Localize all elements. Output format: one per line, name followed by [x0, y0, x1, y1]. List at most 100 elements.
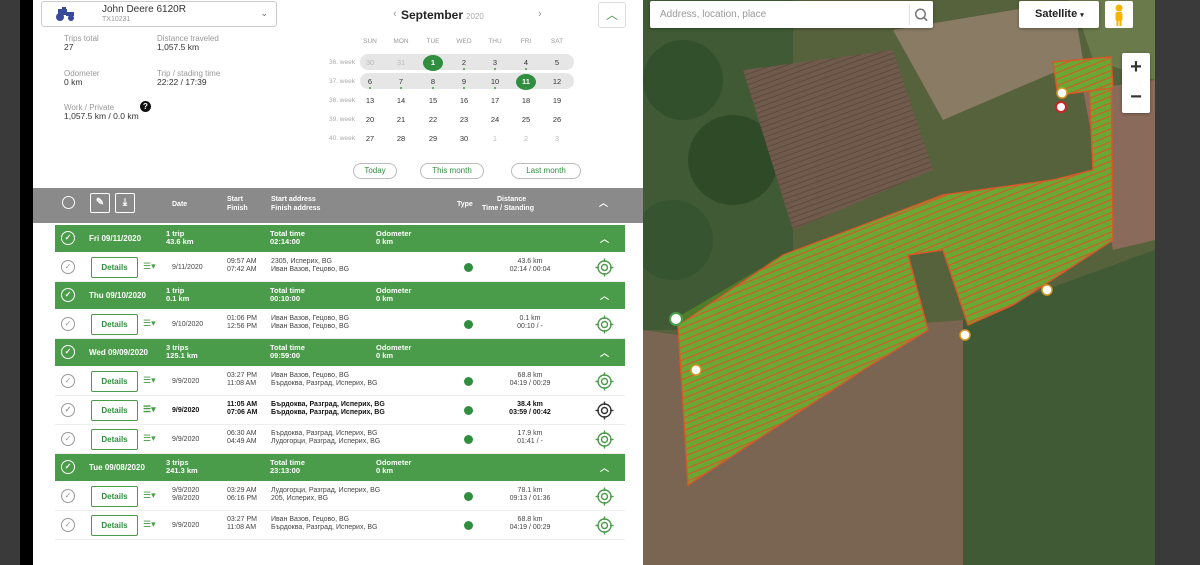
trip-row[interactable]: ✓ Details ☰▾ 9/9/2020 9/8/2020 03:29 AM 06…	[55, 482, 625, 511]
calendar-day[interactable]: 30	[360, 55, 380, 71]
map-type-select[interactable]: Satellite ▾	[1019, 1, 1099, 28]
day-group-header[interactable]: ✓ Thu 09/10/2020 1 trip 0.1 km Total time…	[55, 282, 625, 309]
col-finish-address[interactable]: Finish address	[271, 205, 320, 213]
calendar-day[interactable]: 12	[547, 74, 567, 90]
calendar-day[interactable]: 30	[454, 131, 474, 147]
details-button[interactable]: Details	[91, 371, 138, 392]
chevron-up-icon[interactable]: ︿	[599, 199, 608, 208]
locate-on-map-icon[interactable]	[595, 315, 614, 334]
row-checkbox[interactable]: ✓	[61, 518, 75, 532]
locate-on-map-icon[interactable]	[595, 372, 614, 391]
calendar-day[interactable]: 3	[547, 131, 567, 147]
check-icon[interactable]: ✓	[61, 288, 75, 302]
col-start-address[interactable]: Start address	[271, 196, 316, 204]
chevron-up-icon[interactable]: ︿	[600, 232, 609, 245]
menu-icon[interactable]: ☰▾	[143, 375, 156, 386]
menu-icon[interactable]: ☰▾	[143, 404, 156, 415]
trip-row[interactable]: ✓ Details ☰▾ 9/9/2020 03:27 PM 11:08 AM И…	[55, 367, 625, 396]
details-button[interactable]: Details	[91, 257, 138, 278]
calendar-day[interactable]: 31	[391, 55, 411, 71]
calendar-day[interactable]: 17	[485, 93, 505, 109]
satellite-map[interactable]: Satellite ▾ + −	[643, 0, 1155, 565]
search-icon[interactable]	[909, 5, 929, 25]
locate-on-map-icon[interactable]	[595, 401, 614, 420]
calendar-day[interactable]: 3	[485, 55, 505, 71]
last-month-button[interactable]: Last month	[511, 163, 581, 179]
next-month-button[interactable]: ›	[538, 8, 542, 20]
chevron-up-icon[interactable]: ︿	[600, 289, 609, 302]
col-start[interactable]: Start	[227, 196, 243, 204]
calendar-day[interactable]: 15	[423, 93, 443, 109]
calendar-day[interactable]: 10	[485, 74, 505, 90]
calendar-day[interactable]: 18	[516, 93, 536, 109]
calendar-day[interactable]: 1	[423, 55, 443, 71]
chevron-up-icon[interactable]: ︿	[600, 461, 609, 474]
calendar-day[interactable]: 19	[547, 93, 567, 109]
check-icon[interactable]: ✓	[61, 345, 75, 359]
map-search-input[interactable]	[650, 1, 908, 28]
details-button[interactable]: Details	[91, 314, 138, 335]
calendar-day[interactable]: 6	[360, 74, 380, 90]
details-button[interactable]: Details	[91, 486, 138, 507]
details-button[interactable]: Details	[91, 429, 138, 450]
zoom-in-button[interactable]: +	[1122, 53, 1150, 83]
menu-icon[interactable]: ☰▾	[143, 490, 156, 501]
locate-on-map-icon[interactable]	[595, 487, 614, 506]
details-button[interactable]: Details	[91, 515, 138, 536]
collapse-panel-button[interactable]: ︿	[598, 2, 626, 28]
col-finish[interactable]: Finish	[227, 205, 248, 213]
trip-row[interactable]: ✓ Details ☰▾ 9/9/2020 06:30 AM 04:49 AM Б…	[55, 425, 625, 454]
calendar-day[interactable]: 20	[360, 112, 380, 128]
calendar-day[interactable]: 7	[391, 74, 411, 90]
col-date[interactable]: Date	[172, 201, 187, 209]
row-checkbox[interactable]: ✓	[61, 432, 75, 446]
edit-icon[interactable]: ✎	[90, 193, 110, 213]
select-all-checkbox[interactable]	[62, 196, 75, 209]
calendar-day[interactable]: 29	[423, 131, 443, 147]
today-button[interactable]: Today	[353, 163, 397, 179]
calendar-day[interactable]: 24	[485, 112, 505, 128]
trip-row[interactable]: ✓ Details ☰▾ 9/10/2020 01:06 PM 12:56 PM …	[55, 310, 625, 339]
menu-icon[interactable]: ☰▾	[143, 433, 156, 444]
calendar-day[interactable]: 9	[454, 74, 474, 90]
trip-row[interactable]: ✓ Details ☰▾ 9/11/2020 09:57 AM 07:42 AM …	[55, 253, 625, 282]
calendar-day[interactable]: 8	[423, 74, 443, 90]
col-time-standing[interactable]: Time / Standing	[482, 205, 534, 213]
row-checkbox[interactable]: ✓	[61, 374, 75, 388]
menu-icon[interactable]: ☰▾	[143, 261, 156, 272]
calendar-day[interactable]: 4	[516, 55, 536, 71]
calendar-day[interactable]: 2	[516, 131, 536, 147]
calendar-day[interactable]: 2	[454, 55, 474, 71]
calendar-day[interactable]: 23	[454, 112, 474, 128]
row-checkbox[interactable]: ✓	[61, 260, 75, 274]
locate-on-map-icon[interactable]	[595, 258, 614, 277]
this-month-button[interactable]: This month	[420, 163, 484, 179]
calendar-day[interactable]: 14	[391, 93, 411, 109]
trip-row[interactable]: ✓ Details ☰▾ 9/9/2020 03:27 PM 11:08 AM И…	[55, 511, 625, 540]
row-checkbox[interactable]: ✓	[61, 317, 75, 331]
row-checkbox[interactable]: ✓	[61, 403, 75, 417]
calendar-day[interactable]: 13	[360, 93, 380, 109]
zoom-out-button[interactable]: −	[1122, 83, 1150, 113]
prev-month-button[interactable]: ‹	[393, 8, 397, 20]
menu-icon[interactable]: ☰▾	[143, 519, 156, 530]
day-group-header[interactable]: ✓ Fri 09/11/2020 1 trip 43.6 km Total tim…	[55, 225, 625, 252]
check-icon[interactable]: ✓	[61, 460, 75, 474]
calendar-day[interactable]: 28	[391, 131, 411, 147]
chevron-up-icon[interactable]: ︿	[600, 346, 609, 359]
calendar-day[interactable]: 5	[547, 55, 567, 71]
day-group-header[interactable]: ✓ Tue 09/08/2020 3 trips 241.3 km Total t…	[55, 454, 625, 481]
help-icon[interactable]: ?	[140, 101, 151, 112]
calendar-day[interactable]: 22	[423, 112, 443, 128]
calendar-day[interactable]: 25	[516, 112, 536, 128]
trip-row[interactable]: ✓ Details ☰▾ 9/9/2020 11:05 AM 07:06 AM Б…	[55, 396, 625, 425]
locate-on-map-icon[interactable]	[595, 430, 614, 449]
calendar-day[interactable]: 26	[547, 112, 567, 128]
check-icon[interactable]: ✓	[61, 231, 75, 245]
menu-icon[interactable]: ☰▾	[143, 318, 156, 329]
pegman-icon[interactable]	[1105, 1, 1133, 28]
calendar-day[interactable]: 16	[454, 93, 474, 109]
calendar-day[interactable]: 21	[391, 112, 411, 128]
calendar-day[interactable]: 1	[485, 131, 505, 147]
vehicle-select[interactable]: John Deere 6120R TX10231 ⌄	[41, 1, 277, 27]
